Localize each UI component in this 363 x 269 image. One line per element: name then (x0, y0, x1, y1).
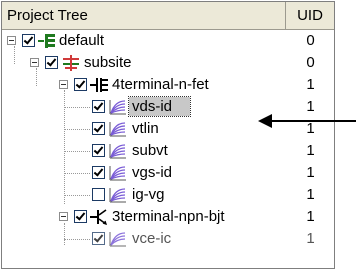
curve-plot-icon (109, 232, 126, 247)
tree-label: subvt (132, 142, 168, 159)
tree-row-4terminal-n-fet[interactable]: 4terminal-n-fet 1 (2, 74, 334, 96)
tree-label: vgs-id (132, 164, 173, 181)
tree-row-default[interactable]: default 0 (2, 30, 334, 52)
tree-label: vds-id (127, 96, 192, 117)
subsite-icon (63, 55, 79, 71)
header-uid[interactable]: UID (286, 2, 334, 29)
tree-label: ig-vg (132, 186, 165, 203)
project-tree-root-icon (38, 34, 55, 48)
project-tree: default 0 subsite 0 4terminal-n-fet 1 vd… (2, 30, 334, 268)
tree-label: 4terminal-n-fet (112, 76, 209, 93)
collapse-toggle[interactable] (59, 212, 68, 221)
tree-label: vtlin (132, 120, 159, 137)
curve-plot-icon (109, 166, 126, 181)
visibility-checkbox[interactable] (22, 34, 35, 47)
column-header: Project Tree UID (2, 2, 334, 30)
uid-value: 1 (306, 76, 315, 93)
curve-plot-icon (109, 122, 126, 137)
visibility-checkbox[interactable] (74, 78, 87, 91)
visibility-checkbox[interactable] (92, 144, 105, 157)
visibility-checkbox[interactable] (92, 122, 105, 135)
visibility-checkbox[interactable] (74, 210, 87, 223)
uid-value: 0 (306, 54, 315, 71)
uid-value: 1 (306, 142, 315, 159)
visibility-checkbox[interactable] (45, 56, 58, 69)
header-project-tree[interactable]: Project Tree (2, 2, 286, 29)
tree-label: 3terminal-npn-bjt (112, 208, 225, 225)
tree-label: vce-ic (132, 230, 172, 247)
tree-label: subsite (84, 54, 132, 71)
uid-value: 1 (306, 208, 315, 225)
curve-plot-icon (109, 144, 126, 159)
collapse-toggle[interactable] (59, 80, 68, 89)
visibility-checkbox[interactable] (92, 188, 105, 201)
uid-value: 1 (306, 186, 315, 203)
npn-bjt-transistor-icon (90, 209, 108, 225)
tree-row-vce-ic[interactable]: vce-ic 1 (2, 228, 334, 250)
curve-plot-icon (109, 100, 126, 115)
collapse-toggle[interactable] (7, 36, 16, 45)
collapse-toggle[interactable] (30, 58, 39, 67)
tree-row-vgs-id[interactable]: vgs-id 1 (2, 162, 334, 184)
project-tree-panel: Project Tree UID default 0 subsite 0 4te… (1, 1, 335, 269)
tree-label: default (59, 32, 105, 49)
uid-value: 1 (306, 230, 315, 247)
tree-row-3terminal-npn-bjt[interactable]: 3terminal-npn-bjt 1 (2, 206, 334, 228)
uid-value: 0 (306, 32, 315, 49)
uid-value: 1 (306, 98, 315, 115)
visibility-checkbox[interactable] (92, 232, 105, 245)
tree-row-ig-vg[interactable]: ig-vg 1 (2, 184, 334, 206)
pointer-arrow-icon (258, 114, 356, 128)
curve-plot-icon (109, 188, 126, 203)
tree-row-subsite[interactable]: subsite 0 (2, 52, 334, 74)
visibility-checkbox[interactable] (92, 100, 105, 113)
tree-row-subvt[interactable]: subvt 1 (2, 140, 334, 162)
uid-value: 1 (306, 164, 315, 181)
nfet-transistor-icon (90, 78, 108, 92)
visibility-checkbox[interactable] (92, 166, 105, 179)
